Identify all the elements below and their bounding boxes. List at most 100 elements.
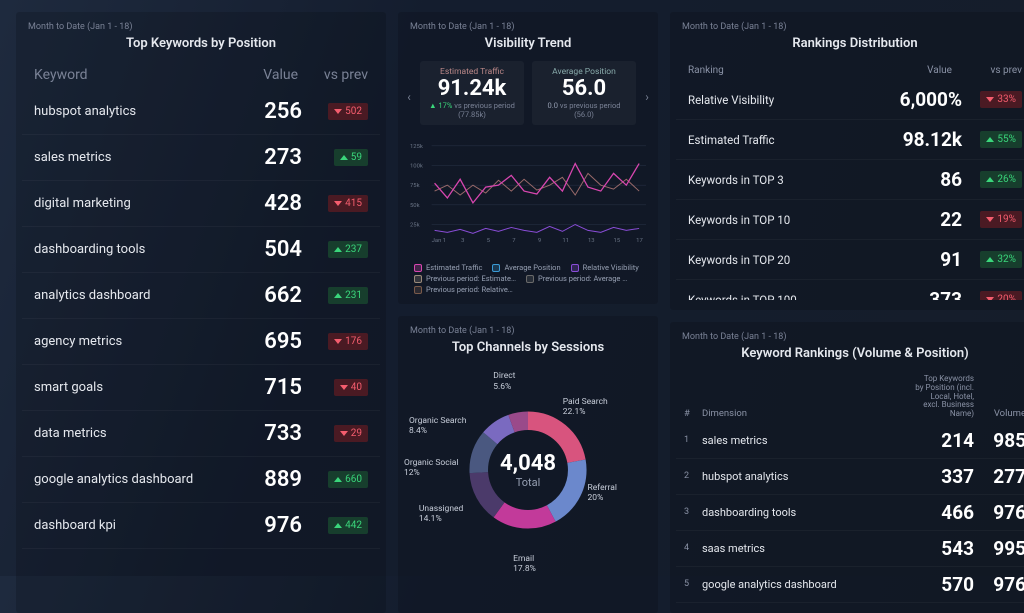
keyword-cell: data metrics — [34, 426, 220, 441]
table-row[interactable]: 1 sales metrics 214 985 — [676, 423, 1024, 459]
delta-badge: 19% — [980, 211, 1022, 228]
value-cell: 733 — [220, 421, 302, 446]
table-row[interactable]: analytics dashboard 662 231 — [22, 273, 380, 319]
keyword-cell: digital marketing — [34, 196, 220, 211]
table-row[interactable]: 5 google analytics dashboard 570 976 — [676, 567, 1024, 603]
svg-text:7: 7 — [512, 238, 516, 244]
value-cell: 976 — [220, 513, 302, 538]
delta-badge: 231 — [328, 287, 368, 304]
channels-donut-chart: 4,048 Total Paid Search22.1% Referral20%… — [404, 365, 652, 575]
delta-badge: 59 — [334, 149, 368, 166]
value-cell: 715 — [220, 375, 302, 400]
slice-label: Unassigned14.1% — [419, 504, 463, 524]
value-cell: 662 — [220, 283, 302, 308]
legend-item[interactable]: Previous period: Relative… — [414, 285, 513, 294]
delta-badge: 29 — [334, 425, 368, 442]
svg-text:125k: 125k — [410, 144, 423, 150]
slice-label: Email17.8% — [513, 554, 536, 574]
date-range: Month to Date (Jan 1 - 18) — [22, 22, 380, 32]
delta-badge: 26% — [980, 171, 1022, 188]
delta-badge: 502 — [328, 103, 368, 120]
delta-badge: 32% — [980, 251, 1022, 268]
keyword-cell: dashboarding tools — [34, 242, 220, 257]
estimated-traffic-card[interactable]: Estimated Traffic 91.24k ▲ 17% vs previo… — [420, 61, 524, 125]
value-cell: 889 — [220, 467, 302, 492]
table-row[interactable]: Relative Visibility 6,000% 33% — [676, 80, 1024, 120]
table-row[interactable]: Keywords in TOP 10 22 19% — [676, 200, 1024, 240]
table-row[interactable]: 3 dashboarding tools 466 976 — [676, 495, 1024, 531]
table-row[interactable]: smart goals 715 40 — [22, 365, 380, 411]
visibility-trend-card: Month to Date (Jan 1 - 18) Visibility Tr… — [398, 12, 658, 304]
top-keywords-card: Month to Date (Jan 1 - 18) Top Keywords … — [16, 12, 386, 613]
table-row[interactable]: Keywords in TOP 3 86 26% — [676, 160, 1024, 200]
average-position-card[interactable]: Average Position 56.0 0.0 vs previous pe… — [532, 61, 636, 125]
rankings-dist-title: Rankings Distribution — [676, 36, 1024, 51]
keyword-cell: agency metrics — [34, 334, 220, 349]
keyword-cell: dashboard kpi — [34, 518, 220, 533]
svg-text:5: 5 — [487, 238, 491, 244]
keyword-rankings-vp-card: Month to Date (Jan 1 - 18) Keyword Ranki… — [670, 322, 1024, 613]
table-row[interactable]: dashboarding tools 504 237 — [22, 227, 380, 273]
legend-item[interactable]: Previous period: Estimate… — [414, 274, 516, 283]
svg-text:3: 3 — [461, 238, 464, 244]
chevron-left-icon[interactable]: ‹ — [404, 61, 414, 133]
svg-text:75k: 75k — [410, 183, 420, 189]
table-row[interactable]: google analytics dashboard 889 660 — [22, 457, 380, 503]
delta-badge: 55% — [980, 131, 1022, 148]
visibility-trend-title: Visibility Trend — [404, 36, 652, 51]
delta-badge: 237 — [328, 241, 368, 258]
keyword-cell: hubspot analytics — [34, 104, 220, 119]
table-row[interactable]: data metrics 733 29 — [22, 411, 380, 457]
svg-text:100k: 100k — [410, 164, 423, 170]
table-row[interactable]: hubspot analytics 256 502 — [22, 89, 380, 135]
svg-text:9: 9 — [538, 238, 541, 244]
svg-text:25k: 25k — [410, 223, 420, 229]
table-row[interactable]: Keywords in TOP 100 373 20% — [676, 280, 1024, 300]
table-row[interactable]: 4 saas metrics 543 995 — [676, 531, 1024, 567]
delta-badge: 660 — [328, 471, 368, 488]
value-cell: 504 — [220, 237, 302, 262]
keyword-cell: analytics dashboard — [34, 288, 220, 303]
legend-item[interactable]: Estimated Traffic — [414, 263, 482, 272]
chart-legend: Estimated Traffic Average Position Relat… — [404, 257, 652, 294]
value-cell: 695 — [220, 329, 302, 354]
top-channels-card: Month to Date (Jan 1 - 18) Top Channels … — [398, 316, 658, 613]
value-cell: 273 — [220, 145, 302, 170]
table-row[interactable]: sales metrics 273 59 — [22, 135, 380, 181]
slice-label: Paid Search22.1% — [563, 397, 608, 417]
chevron-right-icon[interactable]: › — [642, 61, 652, 133]
table-row[interactable]: 2 hubspot analytics 337 277 — [676, 459, 1024, 495]
legend-item[interactable]: Previous period: Average … — [526, 274, 627, 283]
slice-label: Organic Social12% — [404, 458, 458, 478]
rankings-vp-title: Keyword Rankings (Volume & Position) — [676, 346, 1024, 361]
value-cell: 256 — [220, 99, 302, 124]
table-row[interactable]: digital marketing 428 415 — [22, 181, 380, 227]
value-cell: 428 — [220, 191, 302, 216]
svg-text:11: 11 — [562, 238, 569, 244]
delta-badge: 442 — [328, 517, 368, 534]
delta-badge: 20% — [980, 291, 1022, 300]
top-keywords-header: Keyword Value vs prev — [22, 61, 380, 89]
svg-text:17: 17 — [636, 238, 643, 244]
table-row[interactable]: Estimated Traffic 98.12k 55% — [676, 120, 1024, 160]
legend-item[interactable]: Average Position — [492, 263, 560, 272]
delta-badge: 415 — [328, 195, 368, 212]
svg-text:Jan 1: Jan 1 — [432, 238, 446, 244]
table-row[interactable]: dashboard kpi 976 442 — [22, 503, 380, 549]
delta-badge: 176 — [328, 333, 368, 350]
slice-label: Direct5.6% — [493, 371, 515, 391]
svg-text:15: 15 — [614, 238, 621, 244]
table-row[interactable]: Keywords in TOP 20 91 32% — [676, 240, 1024, 280]
legend-item[interactable]: Relative Visibility — [571, 263, 639, 272]
rankings-distribution-card: Month to Date (Jan 1 - 18) Rankings Dist… — [670, 12, 1024, 310]
keyword-cell: smart goals — [34, 380, 220, 395]
top-channels-title: Top Channels by Sessions — [404, 340, 652, 355]
delta-badge: 33% — [980, 91, 1022, 108]
table-row[interactable]: agency metrics 695 176 — [22, 319, 380, 365]
top-keywords-title: Top Keywords by Position — [22, 36, 380, 51]
keyword-cell: sales metrics — [34, 150, 220, 165]
svg-text:13: 13 — [588, 238, 595, 244]
svg-text:50k: 50k — [410, 203, 420, 209]
slice-label: Referral20% — [588, 483, 617, 503]
keyword-cell: google analytics dashboard — [34, 472, 220, 487]
